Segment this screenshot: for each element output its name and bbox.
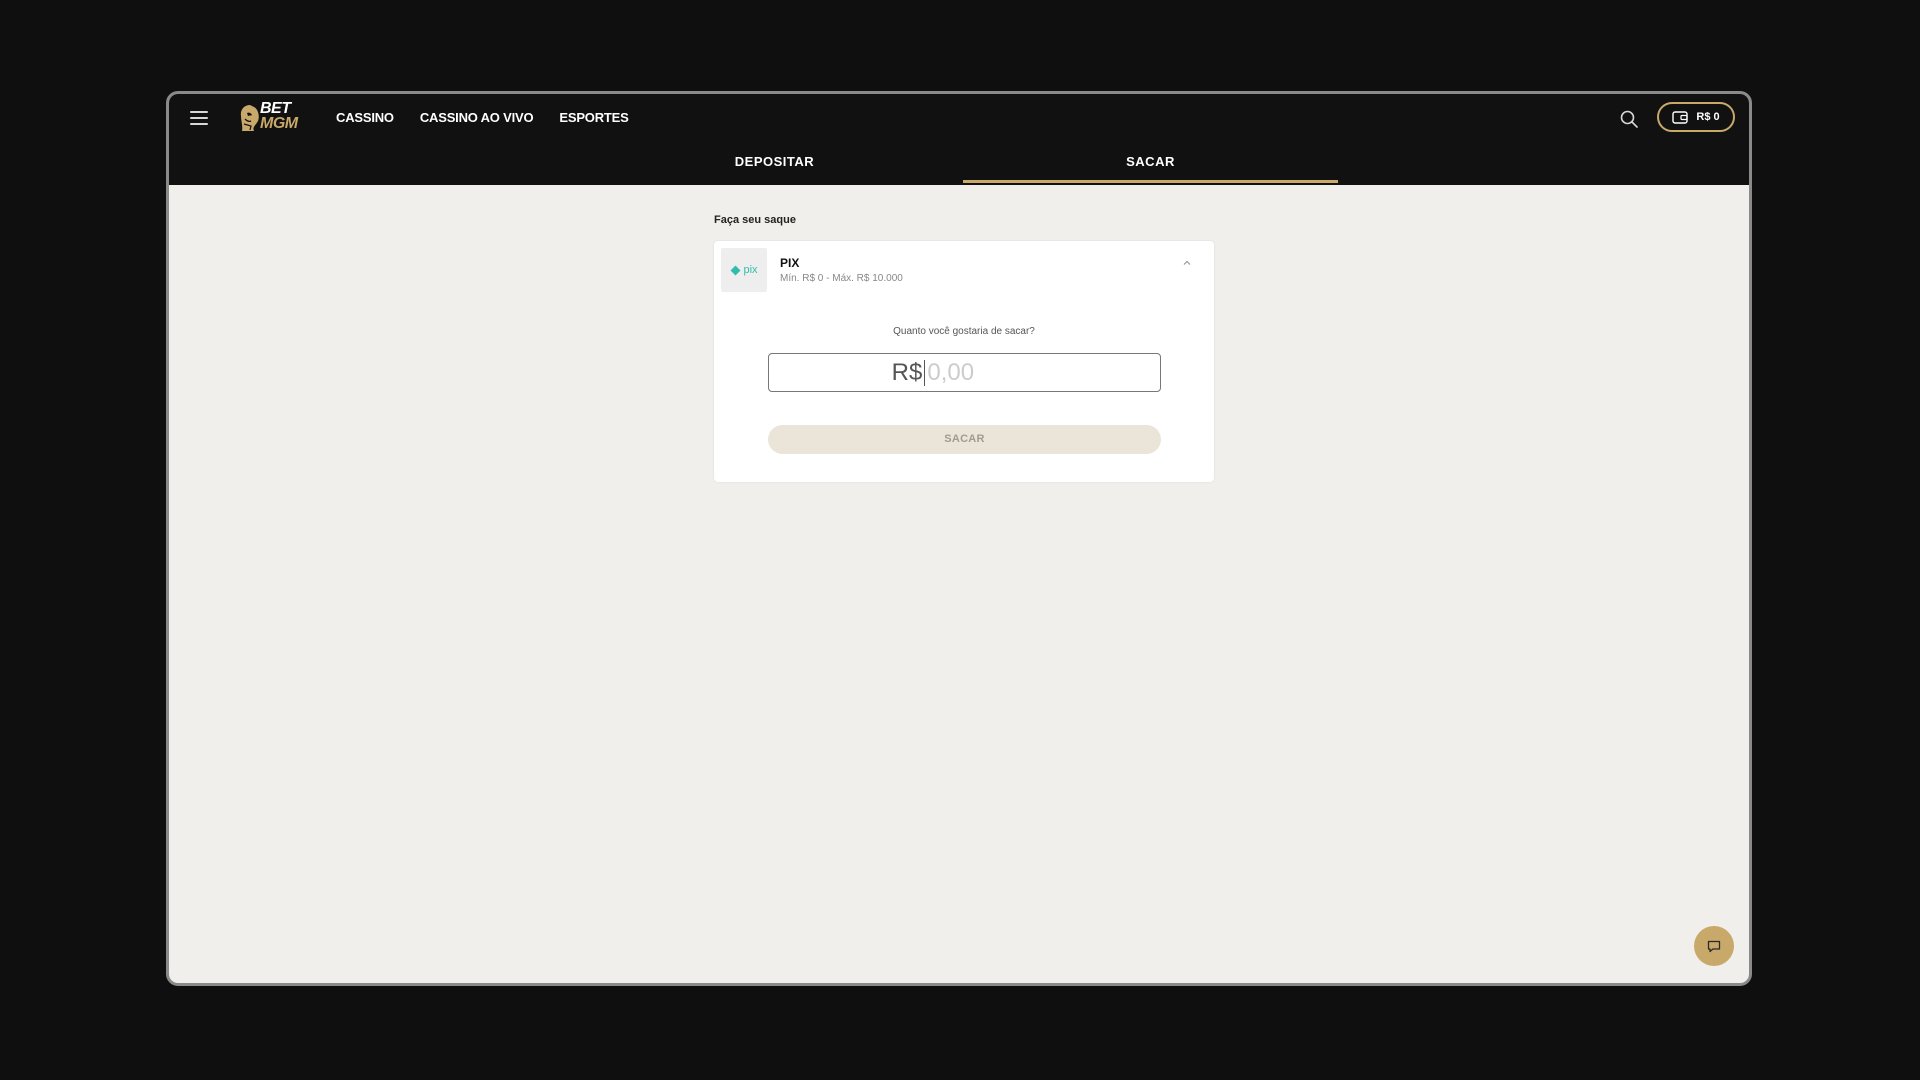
browser-frame: BET MGM CASSINO CASSINO AO VIVO ESPORTES… <box>166 91 1752 986</box>
wallet-balance: R$ 0 <box>1696 111 1720 123</box>
wallet-icon <box>1672 110 1689 124</box>
betmgm-logo[interactable]: BET MGM <box>238 101 306 135</box>
tab-depositar[interactable]: DEPOSITAR <box>587 146 962 183</box>
hamburger-icon[interactable] <box>190 111 208 127</box>
withdraw-card: pix PIX Mín. R$ 0 - Máx. R$ 10.000 Quant… <box>714 241 1214 482</box>
method-limits: Mín. R$ 0 - Máx. R$ 10.000 <box>780 273 903 284</box>
text-cursor <box>924 359 926 386</box>
pix-logo: pix <box>721 248 767 292</box>
nav-cassino-ao-vivo[interactable]: CASSINO AO VIVO <box>420 110 534 125</box>
logo-line-1: BET <box>260 100 291 117</box>
logo-line-2: MGM <box>260 115 298 132</box>
cashier-tabs: DEPOSITAR SACAR <box>169 146 1749 185</box>
section-title: Faça seu saque <box>714 214 796 226</box>
chevron-up-icon[interactable] <box>1182 258 1192 268</box>
pix-logo-text: pix <box>743 264 758 276</box>
nav-esportes[interactable]: ESPORTES <box>559 110 628 125</box>
wallet-balance-button[interactable]: R$ 0 <box>1657 102 1735 132</box>
lion-logo-icon <box>240 105 259 131</box>
chat-button[interactable] <box>1694 926 1734 966</box>
main-nav: CASSINO CASSINO AO VIVO ESPORTES <box>336 110 629 125</box>
top-header: BET MGM CASSINO CASSINO AO VIVO ESPORTES… <box>169 94 1749 185</box>
tab-sacar[interactable]: SACAR <box>963 146 1338 183</box>
logo-text: BET MGM <box>260 100 298 132</box>
method-name: PIX <box>780 256 800 270</box>
pix-diamond-icon <box>730 265 741 275</box>
search-icon[interactable] <box>1619 109 1639 129</box>
sacar-button[interactable]: SACAR <box>768 425 1161 454</box>
amount-input[interactable]: R$ 0,00 <box>768 353 1161 392</box>
amount-question: Quanto você gostaria de sacar? <box>893 326 1035 337</box>
amount-placeholder: 0,00 <box>927 358 975 386</box>
nav-cassino[interactable]: CASSINO <box>336 110 394 125</box>
chat-icon <box>1707 940 1721 952</box>
currency-symbol: R$ <box>891 358 923 386</box>
